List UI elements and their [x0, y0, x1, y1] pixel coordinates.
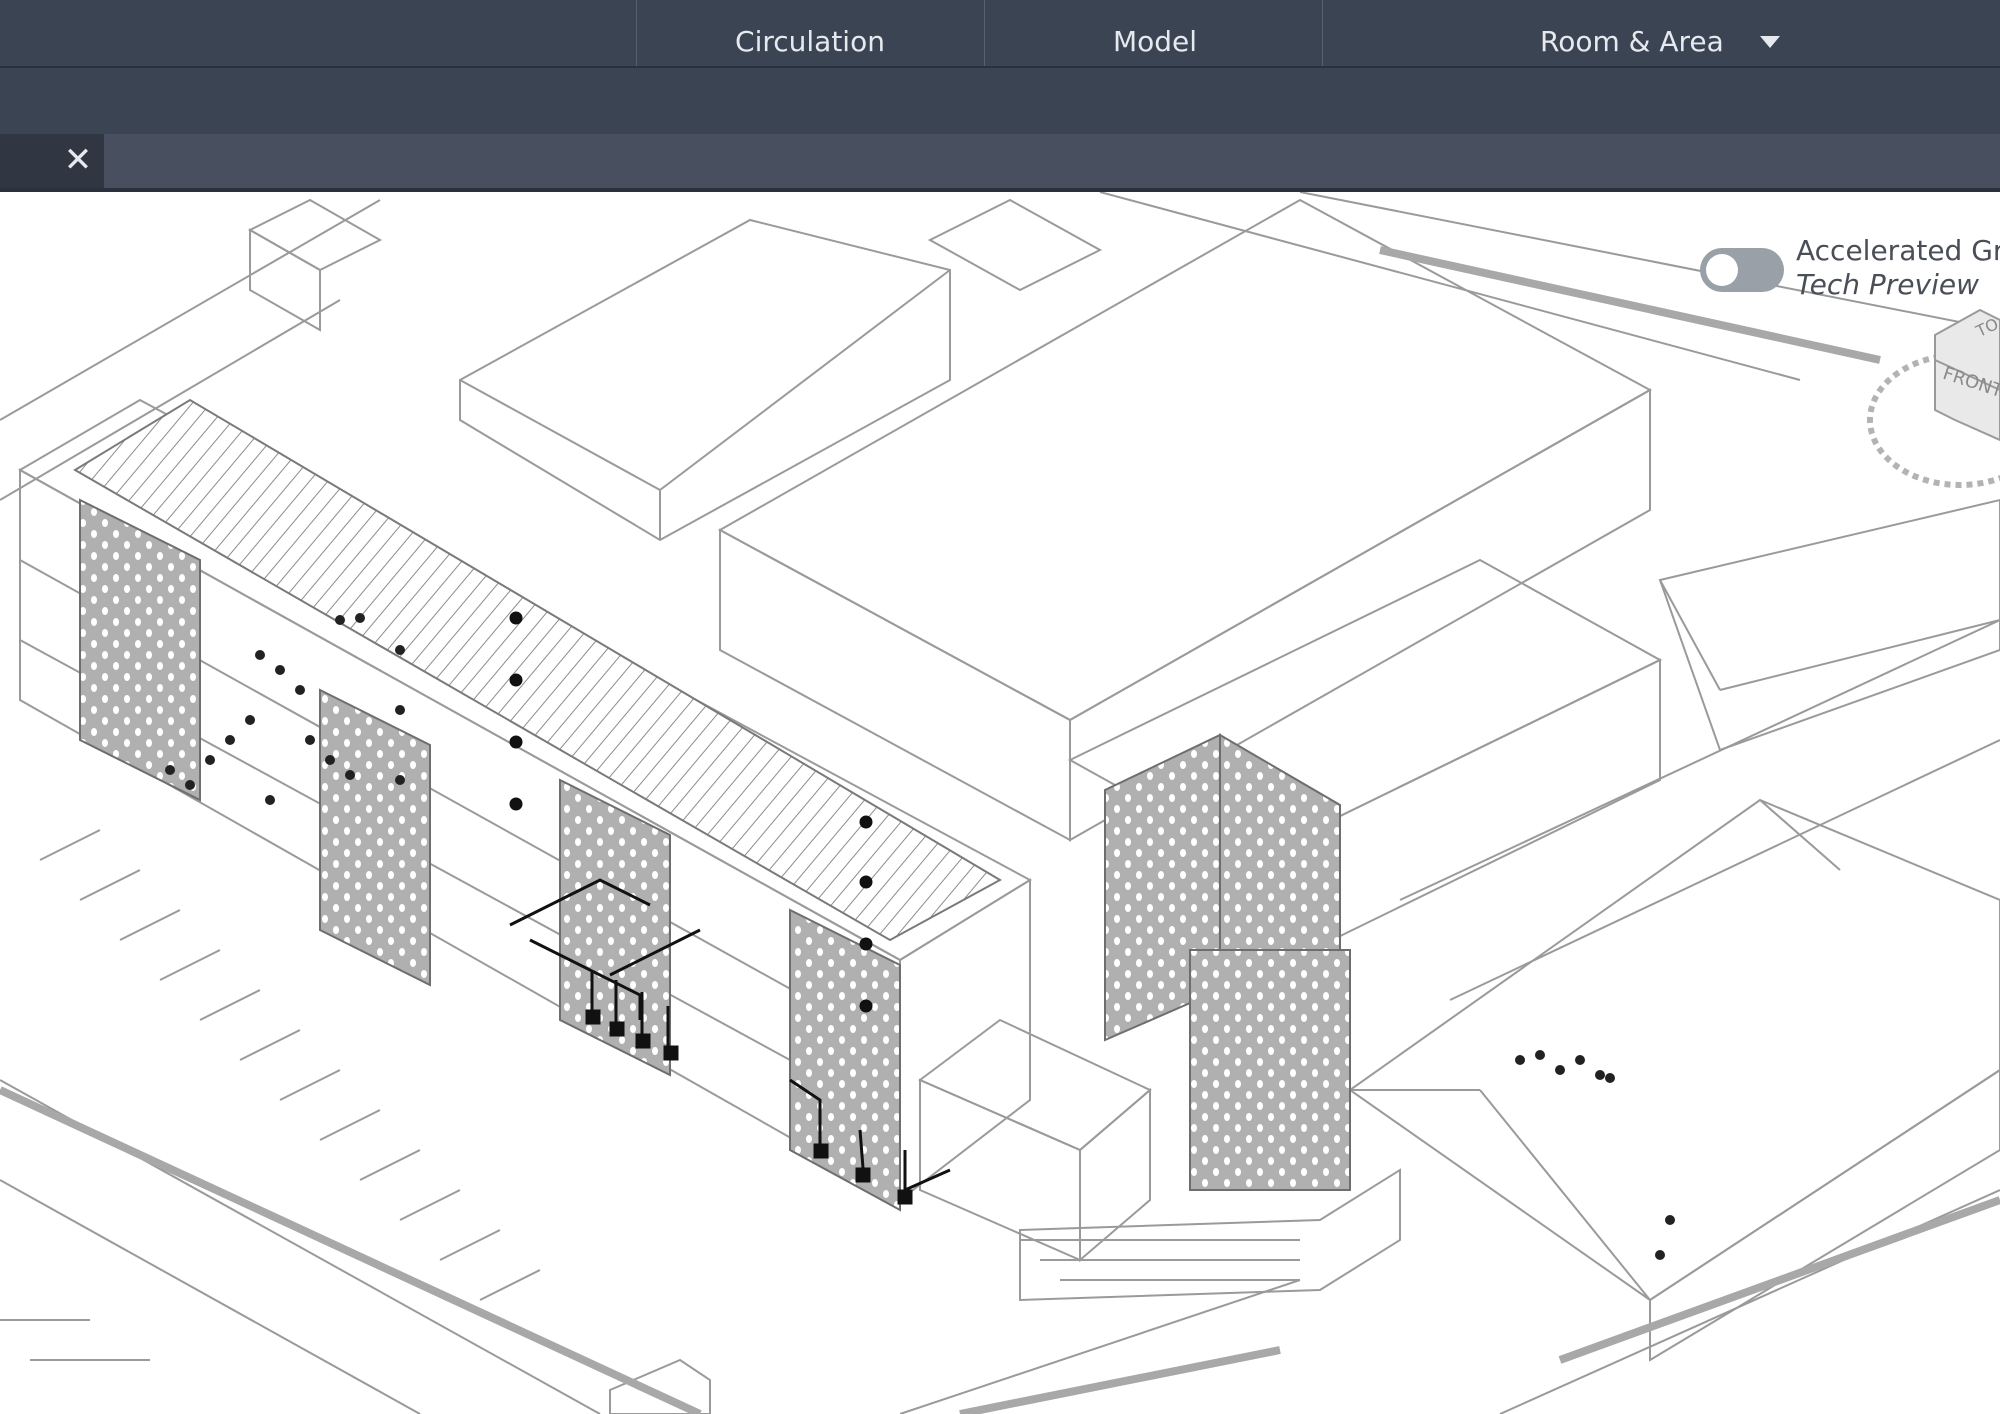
accelerated-graphics-label: Accelerated Gra	[1796, 234, 2000, 267]
close-icon[interactable]: ✕	[60, 142, 96, 178]
panel-room-area[interactable]: Room & Area	[1540, 24, 1770, 60]
ribbon-panel-area	[0, 68, 2000, 134]
toggle-knob	[1706, 254, 1738, 286]
accelerated-graphics-toggle[interactable]	[1700, 248, 1784, 292]
panel-separator	[984, 0, 985, 66]
panel-separator	[636, 0, 637, 66]
panel-circulation[interactable]: Circulation	[660, 24, 960, 60]
caret-down-icon[interactable]	[1760, 36, 1780, 48]
panel-model[interactable]: Model	[1010, 24, 1300, 60]
view-tab-bar	[0, 134, 2000, 188]
drawing-canvas[interactable]	[0, 192, 2000, 1414]
panel-separator	[1322, 0, 1323, 66]
tech-preview-label: Tech Preview	[1796, 268, 1980, 301]
